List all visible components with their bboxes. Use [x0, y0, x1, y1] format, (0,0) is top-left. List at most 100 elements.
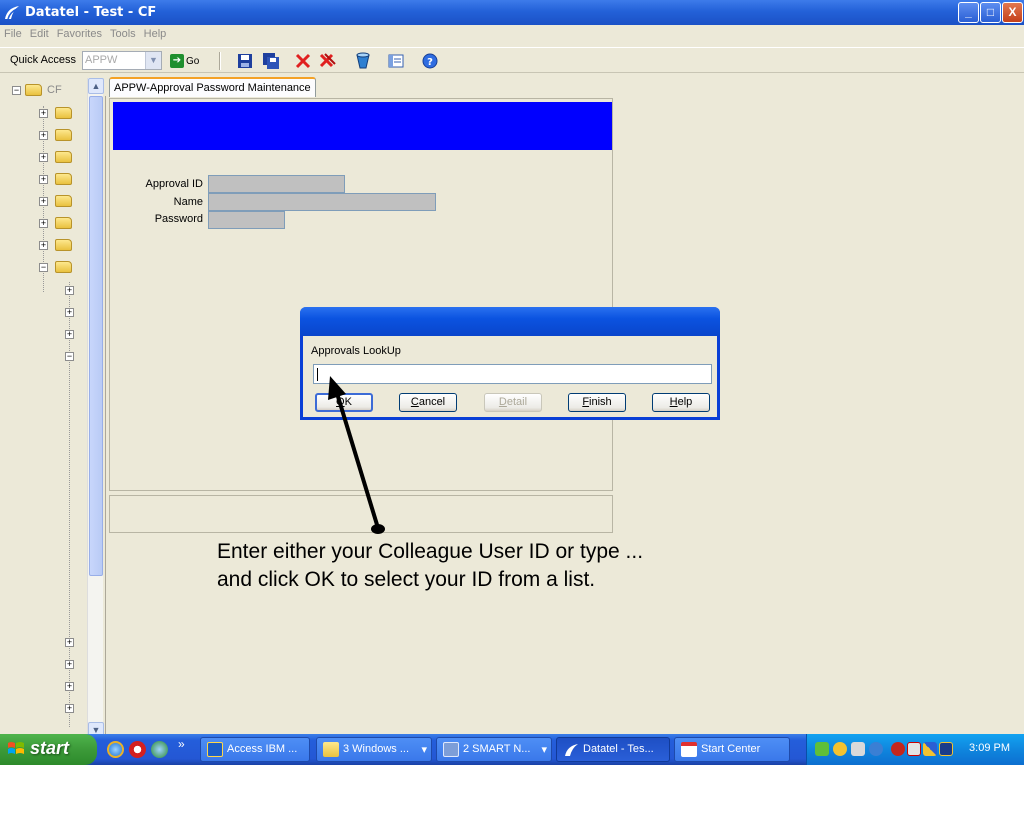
start-button[interactable]: start — [0, 734, 97, 765]
taskbar-access-ibm[interactable]: Access IBM ... — [200, 737, 310, 762]
overflow-chevron-icon[interactable]: » — [178, 737, 185, 751]
collapse-icon[interactable]: − — [39, 263, 48, 272]
scroll-up-icon[interactable]: ▲ — [88, 78, 104, 94]
window-title: Datatel - Test - CF — [25, 5, 157, 20]
start-label: start — [30, 738, 70, 758]
annotation-line-2: and click OK to select your ID from a li… — [217, 568, 596, 591]
maximize-button[interactable]: □ — [980, 2, 1001, 23]
tray-monitor-icon[interactable] — [939, 742, 953, 756]
tab-appw[interactable]: APPW-Approval Password Maintenance — [109, 77, 316, 97]
datatel-icon — [565, 744, 578, 756]
expand-icon[interactable]: + — [39, 241, 48, 250]
folder-icon — [55, 195, 72, 207]
tray-app-icon[interactable] — [851, 742, 865, 756]
expand-icon[interactable]: + — [39, 219, 48, 228]
quicklaunch-app-icon[interactable] — [129, 741, 146, 758]
expand-icon[interactable]: + — [65, 308, 74, 317]
datatel-logo-icon — [5, 6, 19, 20]
go-arrow-icon: ➔ — [170, 54, 184, 68]
bucket-icon[interactable] — [354, 52, 372, 70]
approval-id-field[interactable] — [208, 175, 345, 193]
list-icon[interactable] — [387, 52, 405, 70]
taskbar-start-center[interactable]: Start Center — [674, 737, 790, 762]
cancel-all-icon[interactable] — [319, 52, 337, 70]
chevron-down-icon[interactable]: ▼ — [145, 52, 161, 69]
tray-display-icon[interactable] — [923, 742, 937, 756]
taskbar-datatel[interactable]: Datatel - Tes... — [556, 737, 670, 762]
tree-scrollbar[interactable]: ▲ ▼ — [87, 78, 104, 738]
annotation-text: Enter either your Colleague User ID or t… — [217, 538, 643, 594]
name-label: Name — [173, 196, 203, 208]
quicklaunch-browser-icon[interactable] — [151, 741, 168, 758]
antivirus-icon[interactable] — [891, 742, 905, 756]
menu-edit[interactable]: Edit — [26, 25, 53, 43]
start-center-icon — [681, 742, 697, 757]
cancel-button[interactable]: Cancel — [399, 393, 457, 412]
menu-help[interactable]: Help — [140, 25, 171, 43]
scroll-thumb[interactable] — [89, 96, 103, 576]
dialog-title-bar[interactable] — [300, 307, 720, 336]
save-all-icon[interactable] — [262, 52, 280, 70]
collapse-icon[interactable]: − — [12, 86, 21, 95]
save-icon[interactable] — [236, 52, 254, 70]
close-button[interactable]: X — [1002, 2, 1023, 23]
expand-icon[interactable]: + — [65, 330, 74, 339]
expand-icon[interactable]: + — [65, 660, 74, 669]
folder-icon — [55, 129, 72, 141]
expand-icon[interactable]: + — [39, 109, 48, 118]
cancel-icon[interactable] — [294, 52, 312, 70]
internet-explorer-icon[interactable] — [107, 741, 124, 758]
tray-alert-icon[interactable] — [907, 742, 921, 756]
folder-icon — [55, 173, 72, 185]
folder-icon — [55, 151, 72, 163]
folder-icon — [323, 742, 339, 757]
expand-icon[interactable]: + — [39, 197, 48, 206]
help-icon[interactable]: ? — [421, 52, 439, 70]
datatel-window: Datatel - Test - CF _ □ X File Edit Favori… — [0, 0, 1024, 765]
expand-icon[interactable]: + — [65, 638, 74, 647]
taskbar: start » Access IBM ... 3 Windows ... ▾ 2… — [0, 734, 1024, 765]
expand-icon[interactable]: + — [39, 131, 48, 140]
access-ibm-icon — [207, 742, 223, 757]
annotation-arrow — [328, 376, 385, 534]
minimize-button[interactable]: _ — [958, 2, 979, 23]
expand-icon[interactable]: + — [65, 682, 74, 691]
approval-id-label: Approval ID — [145, 178, 203, 190]
security-shield-icon[interactable] — [833, 742, 847, 756]
go-label: Go — [186, 55, 200, 67]
network-icon[interactable] — [815, 742, 829, 756]
smart-notebook-icon — [443, 742, 459, 757]
password-label: Password — [154, 213, 203, 225]
navigation-tree: − CF + + + + + + + − + + + − + + + + — [0, 78, 87, 738]
expand-icon[interactable]: + — [65, 286, 74, 295]
name-field[interactable] — [208, 193, 436, 211]
system-tray: 3:09 PM — [806, 734, 1024, 765]
taskbar-windows-explorer[interactable]: 3 Windows ... ▾ — [316, 737, 432, 762]
menu-tools[interactable]: Tools — [106, 25, 140, 43]
menu-file[interactable]: File — [0, 25, 26, 43]
title-bar[interactable]: Datatel - Test - CF _ □ X — [0, 0, 1024, 25]
taskbar-smart-notebook[interactable]: 2 SMART N... ▾ — [436, 737, 552, 762]
expand-icon[interactable]: + — [39, 153, 48, 162]
chevron-down-icon: ▾ — [421, 744, 427, 756]
quick-access-combo[interactable]: APPW ▼ — [82, 51, 162, 70]
svg-text:?: ? — [427, 57, 433, 68]
detail-button: Detail — [484, 393, 542, 412]
expand-icon[interactable]: + — [65, 704, 74, 713]
chevron-down-icon: ▾ — [541, 744, 547, 756]
go-button[interactable]: ➔ Go — [170, 52, 199, 70]
help-button[interactable]: Help — [652, 393, 710, 412]
password-field[interactable] — [208, 211, 285, 229]
tree-root-label: CF — [47, 84, 62, 96]
dialog-label: Approvals LookUp — [311, 345, 401, 357]
collapse-icon[interactable]: − — [65, 352, 74, 361]
toolbar: Quick Access APPW ▼ ➔ Go ? — [0, 47, 1024, 73]
tray-sync-icon[interactable] — [869, 742, 883, 756]
annotation-line-1: Enter either your Colleague User ID or t… — [217, 540, 644, 563]
folder-icon — [55, 239, 72, 251]
expand-icon[interactable]: + — [39, 175, 48, 184]
folder-icon — [55, 217, 72, 229]
finish-button[interactable]: Finish — [568, 393, 626, 412]
menu-favorites[interactable]: Favorites — [53, 25, 106, 43]
folder-open-icon — [25, 84, 42, 96]
